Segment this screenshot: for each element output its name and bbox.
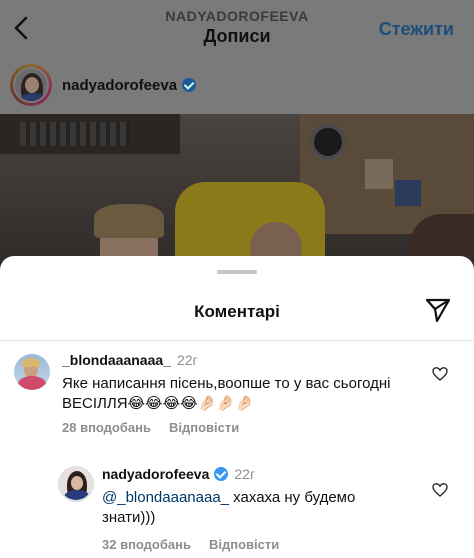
verified-badge-icon bbox=[182, 78, 197, 92]
mention-link[interactable]: @_blondaaanaaa_ bbox=[102, 489, 229, 506]
avatar[interactable] bbox=[10, 64, 52, 106]
likes-count[interactable]: 32 вподобань bbox=[102, 537, 191, 552]
post-username: nadyadorofeeva bbox=[62, 77, 178, 94]
likes-count[interactable]: 28 вподобань bbox=[62, 420, 151, 435]
comment-author[interactable]: _blondaaanaaa_ 22г bbox=[62, 352, 198, 368]
sheet-title: Коментарі bbox=[194, 302, 280, 321]
top-header: NADYADOROFEEVA Дописи Стежити bbox=[0, 0, 474, 58]
comments-sheet: Коментарі _blondaaanaaa_ 22г Яке написанн… bbox=[0, 256, 474, 558]
comment-time: 22г bbox=[234, 466, 256, 482]
follow-button[interactable]: Стежити bbox=[379, 19, 454, 40]
comment-username: _blondaaanaaa_ bbox=[62, 352, 171, 368]
share-direct-icon[interactable] bbox=[424, 296, 452, 324]
reply-button[interactable]: Відповісти bbox=[169, 420, 239, 435]
post-username-link[interactable]: nadyadorofeeva bbox=[62, 77, 197, 94]
comment-username: nadyadorofeeva bbox=[102, 466, 210, 482]
divider bbox=[0, 340, 474, 341]
heart-outline-icon[interactable] bbox=[432, 366, 448, 382]
reply-button[interactable]: Відповісти bbox=[209, 537, 279, 552]
verified-badge-icon bbox=[214, 467, 229, 481]
comment-meta: 32 вподобань Відповісти bbox=[102, 537, 279, 552]
sheet-drag-handle[interactable] bbox=[217, 270, 257, 274]
comment-time: 22г bbox=[176, 352, 198, 368]
comment-text: Яке написання пісень,воопше то у вас сьо… bbox=[62, 375, 391, 412]
avatar[interactable] bbox=[14, 354, 50, 390]
post-author-row: nadyadorofeeva bbox=[0, 58, 474, 114]
heart-outline-icon[interactable] bbox=[432, 482, 448, 498]
post-photo bbox=[0, 114, 474, 274]
comment-text: @_blondaaanaaa_ хахаха ну будемо знати))… bbox=[102, 488, 402, 528]
comment-author[interactable]: nadyadorofeeva 22г bbox=[102, 466, 255, 482]
avatar[interactable] bbox=[58, 466, 94, 502]
comment-meta: 28 вподобань Відповісти bbox=[62, 420, 239, 435]
